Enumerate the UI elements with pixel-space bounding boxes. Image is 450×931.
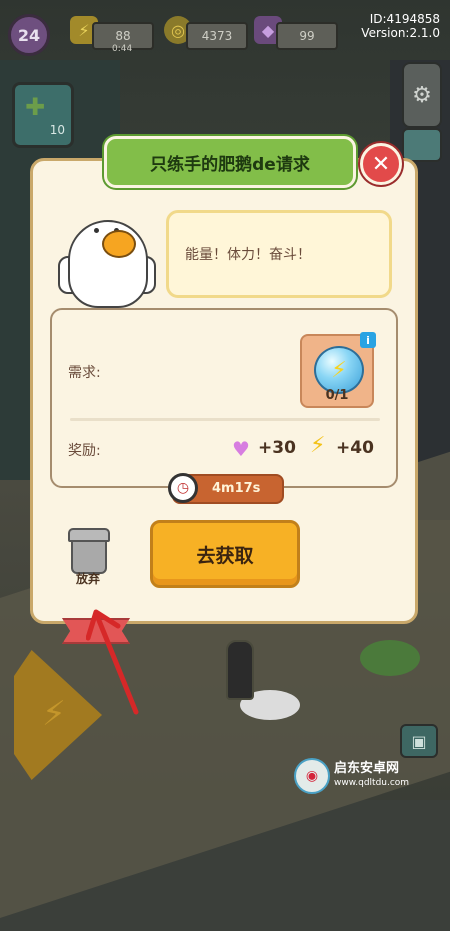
pointer-arrow: [86, 609, 139, 715]
user-id: ID:4194858: [369, 12, 440, 26]
watermark-logo-icon: ◉: [294, 758, 330, 794]
goose-character: [56, 210, 156, 308]
info-icon[interactable]: i: [360, 332, 376, 348]
dialog-title: 只练手的肥鹅de请求: [104, 136, 356, 188]
watermark: ◉ 启东安卓网 www.qdltdu.com: [294, 756, 444, 796]
build-info: ID:4194858 Version:2.1.0: [361, 12, 440, 40]
level-badge[interactable]: 24: [8, 14, 50, 56]
go-get-button[interactable]: 去获取: [150, 520, 300, 588]
speech-text: 能量！体力！奋斗！: [185, 247, 311, 263]
abandon-label[interactable]: 放弃: [66, 570, 110, 587]
gem-counter[interactable]: 99: [276, 22, 338, 50]
energy-value: 88: [115, 29, 131, 43]
camera-icon: ▣: [411, 731, 427, 751]
watermark-name: 启东安卓网: [334, 761, 400, 776]
mail-button[interactable]: [402, 128, 442, 162]
side-card-button[interactable]: ✚ 10: [12, 82, 74, 148]
arrow-shaft: [95, 615, 139, 715]
trash-can-icon: [71, 540, 107, 574]
reward-energy-value: +40: [336, 438, 374, 458]
coin-counter[interactable]: 4373: [186, 22, 248, 50]
clock-icon: ◷: [168, 473, 198, 503]
heart-icon: ♥: [232, 437, 250, 461]
divider: [70, 418, 380, 421]
goose-beak: [102, 230, 136, 258]
top-hud: 24 ⚡ 88 0:44 ◎ 4373 ◆ 99 ID:4194858 Vers…: [0, 8, 450, 56]
requirement-count: 0/1: [325, 388, 349, 403]
close-button[interactable]: ✕: [360, 143, 402, 185]
reward-label: 奖励:: [68, 443, 101, 459]
timer-text: 4m17s: [212, 481, 261, 496]
version: Version:2.1.0: [361, 26, 440, 40]
requirement-item-slot[interactable]: ⚡ 0/1 i: [300, 332, 376, 408]
gem-value: 99: [299, 29, 315, 43]
gear-icon: ⚙: [412, 82, 432, 108]
lightning-icon: ⚡: [42, 694, 66, 734]
close-icon: ✕: [371, 151, 391, 177]
coin-value: 4373: [201, 29, 233, 43]
fire-hydrant: [226, 640, 254, 700]
watermark-url: www.qdltdu.com: [334, 778, 410, 788]
bush: [360, 640, 420, 676]
watermark-text: 启东安卓网 www.qdltdu.com: [334, 762, 409, 790]
clover-icon: ✚: [25, 93, 46, 121]
energy-timer: 0:44: [112, 44, 133, 54]
camera-button[interactable]: ▣: [400, 724, 438, 758]
reward-heart-value: +30: [258, 438, 296, 458]
goose-eye: [94, 228, 99, 233]
energy-orb-icon: ⚡: [314, 346, 364, 394]
requirement-label: 需求:: [68, 365, 101, 381]
speech-bubble: 能量！体力！奋斗！: [166, 210, 392, 298]
settings-gear-button[interactable]: ⚙: [402, 62, 442, 128]
timer-pill: ◷ 4m17s: [168, 473, 284, 504]
lightning-icon: ⚡: [310, 433, 326, 458]
side-card-count: 10: [49, 123, 65, 137]
